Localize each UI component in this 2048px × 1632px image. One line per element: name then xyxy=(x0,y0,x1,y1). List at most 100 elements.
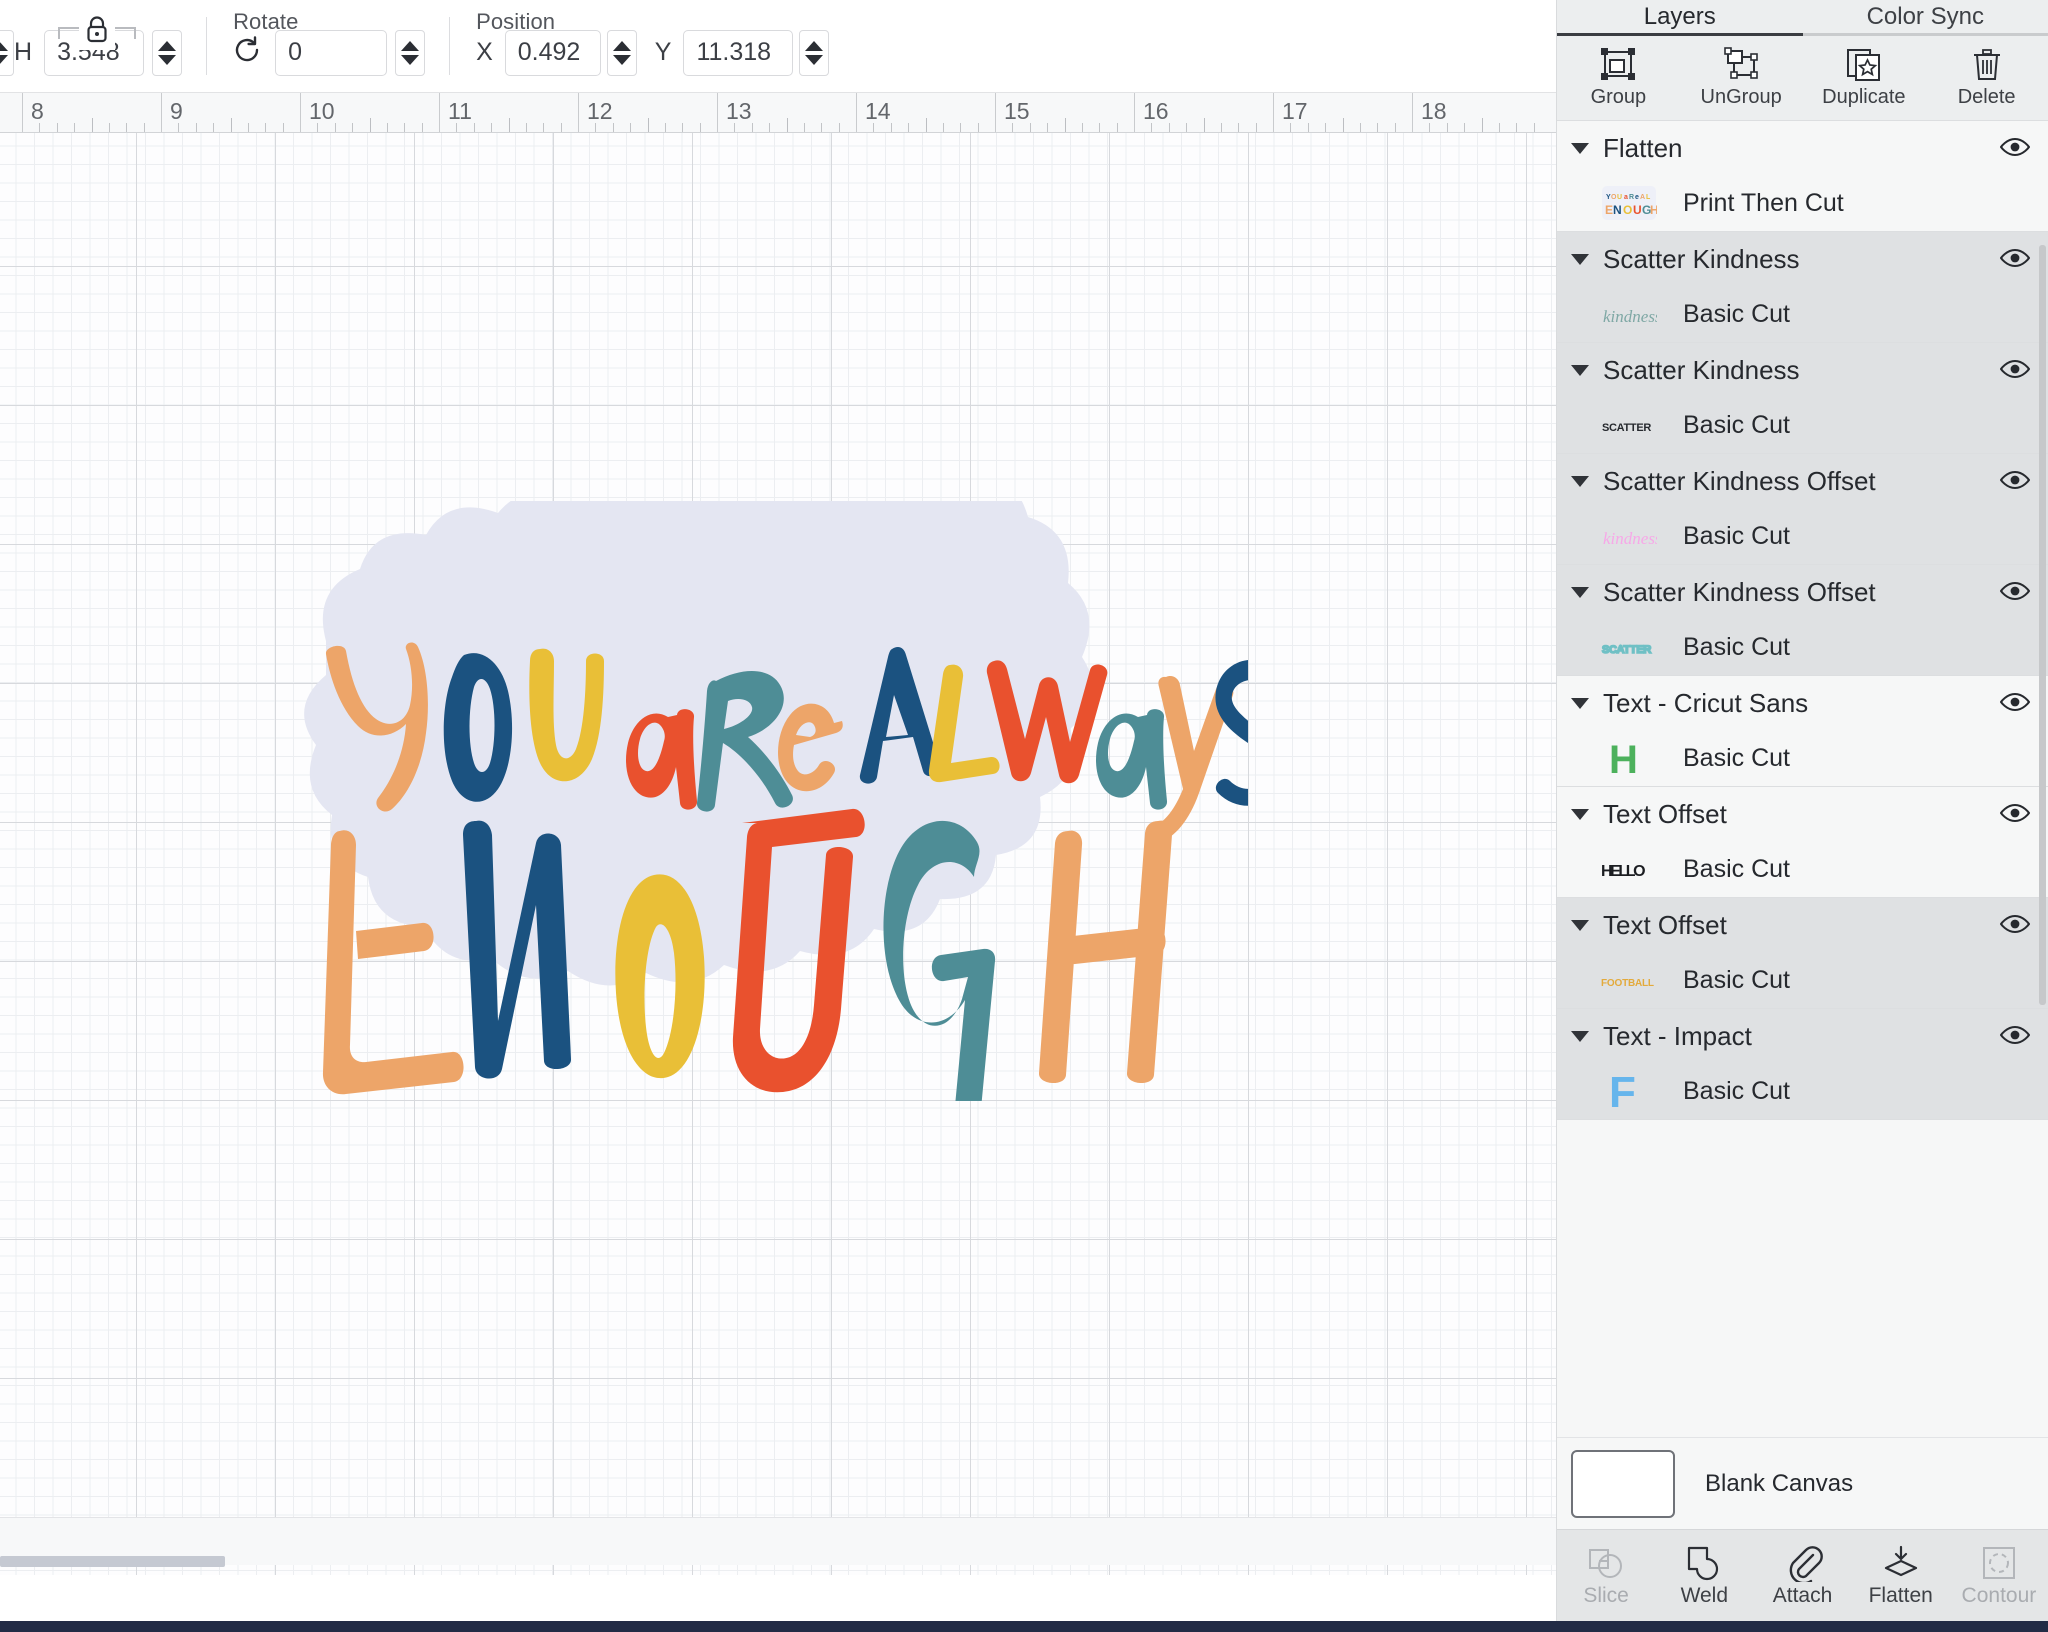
contour-button[interactable]: Contour xyxy=(1950,1530,2048,1621)
chevron-down-icon[interactable] xyxy=(1571,808,1589,820)
layer-child-row[interactable]: SCATTER Basic Cut xyxy=(1557,397,2048,453)
layer-group-header[interactable]: Flatten xyxy=(1557,121,2048,175)
layer-group[interactable]: Text Offset HELLO Basic Cut xyxy=(1557,787,2048,898)
ruler-minor-tick xyxy=(1359,123,1361,132)
blank-canvas-row[interactable]: Blank Canvas xyxy=(1557,1437,2048,1529)
chevron-down-icon[interactable] xyxy=(1571,697,1589,709)
y-stepper[interactable] xyxy=(799,29,830,76)
eye-icon[interactable] xyxy=(1999,692,2031,714)
eye-icon[interactable] xyxy=(1999,470,2031,492)
duplicate-button[interactable]: Duplicate xyxy=(1803,36,1926,120)
lock-icon[interactable] xyxy=(79,15,115,50)
width-stepper[interactable] xyxy=(0,29,14,76)
slice-button[interactable]: Slice xyxy=(1557,1530,1655,1621)
ruler-minor-tick xyxy=(908,123,910,132)
ruler-minor-tick xyxy=(1255,123,1257,132)
eye-icon[interactable] xyxy=(1999,914,2031,936)
horizontal-scrollbar-thumb[interactable] xyxy=(0,1556,225,1567)
rotate-input[interactable]: 0 xyxy=(275,29,388,76)
x-input[interactable]: 0.492 xyxy=(504,29,601,76)
layer-child-row[interactable]: F Basic Cut xyxy=(1557,1063,2048,1119)
layer-child-row[interactable]: FOOTBALL Basic Cut xyxy=(1557,952,2048,1008)
ungroup-icon xyxy=(1722,47,1760,83)
ruler-minor-tick xyxy=(1342,118,1344,132)
layer-group[interactable]: Scatter Kindness SCATTER Basic Cut xyxy=(1557,343,2048,454)
eye-icon[interactable] xyxy=(1999,1025,2031,1047)
ruler-major-tick xyxy=(161,93,162,132)
kindness-script-teal-thumb: kindness xyxy=(1601,294,1657,334)
chevron-down-icon[interactable] xyxy=(1571,142,1589,154)
layer-group-header[interactable]: Scatter Kindness Offset xyxy=(1557,454,2048,508)
x-stepper[interactable] xyxy=(606,29,637,76)
chevron-down-icon[interactable] xyxy=(1571,475,1589,487)
layer-group-header[interactable]: Scatter Kindness xyxy=(1557,232,2048,286)
layer-group-header[interactable]: Scatter Kindness xyxy=(1557,343,2048,397)
chevron-down-icon[interactable] xyxy=(1571,253,1589,265)
group-button[interactable]: Group xyxy=(1557,36,1680,120)
horizontal-scrollbar[interactable] xyxy=(0,1517,1556,1567)
tab-layers[interactable]: Layers xyxy=(1557,0,1803,36)
svg-text:SCATTER: SCATTER xyxy=(1602,644,1651,656)
delete-button[interactable]: Delete xyxy=(1925,36,2048,120)
layers-panel-scrollbar[interactable] xyxy=(2038,245,2048,1345)
layer-title: Text Offset xyxy=(1603,798,1727,829)
weld-button[interactable]: Weld xyxy=(1655,1530,1753,1621)
layer-group-header[interactable]: Text Offset xyxy=(1557,787,2048,841)
layer-group-header[interactable]: Scatter Kindness Offset xyxy=(1557,565,2048,619)
attach-button[interactable]: Attach xyxy=(1753,1530,1851,1621)
ruler-major-tick xyxy=(1412,93,1413,132)
layer-child-label: Basic Cut xyxy=(1683,521,1790,550)
layer-child-row[interactable]: kindness Basic Cut xyxy=(1557,508,2048,564)
eye-icon[interactable] xyxy=(1999,248,2031,270)
eye-icon[interactable] xyxy=(1999,359,2031,381)
design-canvas[interactable] xyxy=(0,133,1556,1575)
ruler-minor-tick xyxy=(126,123,128,132)
ruler-minor-tick xyxy=(1047,123,1049,132)
ruler-minor-tick xyxy=(543,123,545,132)
ruler-minor-tick xyxy=(456,123,458,132)
chevron-down-icon[interactable] xyxy=(1571,364,1589,376)
canvas-color-swatch[interactable] xyxy=(1571,1449,1675,1518)
layer-group-header[interactable]: Text Offset xyxy=(1557,898,2048,952)
layer-group[interactable]: Scatter Kindness Offset SCATTER Basic Cu… xyxy=(1557,565,2048,676)
layer-group[interactable]: Scatter Kindness Offset kindness Basic C… xyxy=(1557,454,2048,565)
height-stepper[interactable] xyxy=(152,29,183,76)
layer-group-header[interactable]: Text - Cricut Sans xyxy=(1557,676,2048,730)
ruler-minor-tick xyxy=(178,123,180,132)
ruler-major-tick xyxy=(995,93,996,132)
layer-group[interactable]: Text - Impact F Basic Cut xyxy=(1557,1009,2048,1120)
layer-group-header[interactable]: Text - Impact xyxy=(1557,1009,2048,1063)
eye-icon[interactable] xyxy=(1999,803,2031,825)
chevron-down-icon[interactable] xyxy=(1571,586,1589,598)
ungroup-button[interactable]: UnGroup xyxy=(1680,36,1803,120)
ruler-minor-tick xyxy=(1220,123,1222,132)
layer-group[interactable]: Text Offset FOOTBALL Basic Cut xyxy=(1557,898,2048,1009)
paperclip-icon xyxy=(1783,1544,1823,1584)
eye-icon[interactable] xyxy=(1999,137,2031,159)
panel-tabs: Layers Color Sync xyxy=(1557,0,2048,36)
flatten-button[interactable]: Flatten xyxy=(1852,1530,1950,1621)
layer-child-row[interactable]: YO Ua Re AL EN OU GH Print Then Cut xyxy=(1557,175,2048,231)
ruler-minor-tick xyxy=(1307,123,1309,132)
horizontal-ruler[interactable]: 8 9 10 11 12 13 14 15 16 17 18 xyxy=(0,93,1556,133)
rotate-stepper[interactable] xyxy=(395,29,426,76)
layer-group[interactable]: Scatter Kindness kindness Basic Cut xyxy=(1557,232,2048,343)
layer-group[interactable]: Flatten YO Ua R e A L E N O U G H Print … xyxy=(1557,121,2048,232)
chevron-down-icon[interactable] xyxy=(1571,919,1589,931)
layer-group[interactable]: Text - Cricut Sans H Basic Cut xyxy=(1557,676,2048,787)
chevron-down-icon[interactable] xyxy=(1571,1030,1589,1042)
eye-icon[interactable] xyxy=(1999,581,2031,603)
ruler-minor-tick xyxy=(143,123,145,132)
layer-child-row[interactable]: SCATTER Basic Cut xyxy=(1557,619,2048,675)
layer-child-row[interactable]: H Basic Cut xyxy=(1557,730,2048,786)
tab-color-sync[interactable]: Color Sync xyxy=(1802,0,2048,36)
layers-list[interactable]: Flatten YO Ua R e A L E N O U G H Print … xyxy=(1557,121,2048,1437)
layer-child-row[interactable]: HELLO Basic Cut xyxy=(1557,841,2048,897)
ruler-tick-label: 8 xyxy=(31,98,44,124)
ruler-minor-tick xyxy=(942,123,944,132)
layer-child-row[interactable]: kindness Basic Cut xyxy=(1557,286,2048,342)
ruler-minor-tick xyxy=(1203,118,1205,132)
y-input[interactable]: 11.318 xyxy=(683,29,794,76)
sticker-artwork[interactable] xyxy=(268,501,1248,1101)
layers-panel-scrollbar-thumb[interactable] xyxy=(2039,245,2046,1005)
